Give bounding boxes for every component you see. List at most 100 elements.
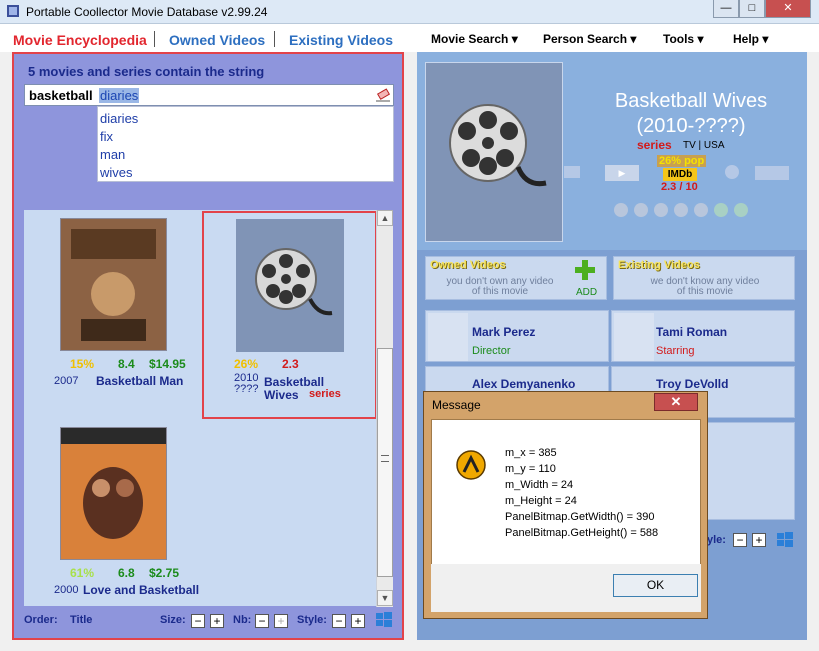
person-role: Starring <box>656 345 695 357</box>
dialog-footer: OK <box>431 564 701 612</box>
windows-icon[interactable] <box>777 532 793 548</box>
existing-videos-text: we don't know any video of this movie <box>650 276 760 297</box>
rating-score: 2.3 <box>282 357 299 371</box>
style-minus-button[interactable]: − <box>733 533 747 547</box>
menu-person-search[interactable]: Person Search ▾ <box>543 32 636 46</box>
grip-icon <box>381 455 389 462</box>
add-icon[interactable] <box>574 259 596 281</box>
dialog-body: m_x = 385 m_y = 110 m_Width = 24 m_Heigh… <box>431 419 701 584</box>
popularity-percent: 26% <box>234 357 259 371</box>
menu-tools[interactable]: Tools ▾ <box>663 32 703 46</box>
dialog-line: m_x = 385 <box>505 447 557 459</box>
movie-cover[interactable] <box>60 218 167 351</box>
existing-videos-box: Existing Videos we don't know any video … <box>613 256 795 300</box>
detail-country: TV | USA <box>683 140 725 151</box>
imdb-badge[interactable]: IMDb <box>663 168 697 181</box>
youtube-icon[interactable]: ▶ <box>605 165 639 181</box>
rating-score: 8.4 <box>118 357 135 371</box>
style-minus-button[interactable]: − <box>332 614 346 628</box>
person-role: Director <box>472 345 511 357</box>
existing-videos-heading: Existing Videos <box>618 259 700 271</box>
dialog-title: Message <box>432 398 481 412</box>
person-name[interactable]: Tami Roman <box>656 325 727 339</box>
film-reel-icon <box>425 62 563 242</box>
person-name[interactable]: Mark Perez <box>472 325 535 339</box>
order-label: Order: <box>24 614 58 626</box>
suggestion-item[interactable]: diaries <box>100 111 139 126</box>
app-icon <box>6 4 20 18</box>
suggestion-item[interactable]: man <box>100 147 125 162</box>
eraser-icon[interactable] <box>375 88 391 102</box>
detail-title: Basketball Wives <box>614 90 768 112</box>
dialog-line: m_Height = 24 <box>505 495 577 507</box>
person-name[interactable]: Alex Demyanenko <box>472 377 575 391</box>
year: 2010 ???? <box>234 372 259 395</box>
person-card[interactable]: Tami Roman Starring <box>611 310 795 362</box>
close-window-button[interactable]: ✕ <box>765 0 811 18</box>
scroll-up-icon[interactable]: ▲ <box>377 210 393 226</box>
rating-score: 6.8 <box>118 566 135 580</box>
owned-videos-box: Owned Videos you don't own any video of … <box>425 256 607 300</box>
year: 2007 <box>54 375 79 387</box>
rating-faces[interactable] <box>613 202 753 218</box>
style-label: Style: <box>297 614 327 626</box>
person-name[interactable]: Troy DeVolld <box>656 377 728 391</box>
message-dialog: Message ✕ m_x = 385 m_y = 110 m_Width = … <box>423 391 708 619</box>
tab-existing-videos[interactable]: Existing Videos <box>289 32 393 48</box>
movie-cover[interactable] <box>60 427 167 560</box>
style-plus-button[interactable]: + <box>752 533 766 547</box>
main-menu-bar: Movie Encyclopedia Owned Videos Existing… <box>0 24 819 52</box>
results-count-header: 5 movies and series contain the string <box>28 64 265 79</box>
search-input[interactable]: diaries <box>98 87 388 104</box>
tab-owned-videos[interactable]: Owned Videos <box>169 32 265 48</box>
style-plus-button[interactable]: + <box>351 614 365 628</box>
add-button[interactable]: ADD <box>576 287 597 298</box>
dialog-line: PanelBitmap.GetHeight() = 588 <box>505 527 659 539</box>
menu-movie-search[interactable]: Movie Search ▾ <box>431 32 518 46</box>
detail-years: (2010-????) <box>636 115 746 137</box>
size-minus-button[interactable]: − <box>191 614 205 628</box>
film-reel-icon <box>236 219 344 352</box>
tab-separator <box>274 31 275 47</box>
dialog-line: PanelBitmap.GetWidth() = 390 <box>505 511 655 523</box>
price: $2.75 <box>149 566 180 580</box>
window-title: Portable Coollector Movie Database v2.99… <box>26 5 268 19</box>
year: 2000 <box>54 584 79 596</box>
dialog-close-button[interactable]: ✕ <box>654 393 698 411</box>
nb-plus-button[interactable]: + <box>274 614 288 628</box>
menu-help[interactable]: Help ▾ <box>733 32 768 46</box>
suggestion-item[interactable]: wives <box>100 165 133 180</box>
maximize-button[interactable]: □ <box>739 0 765 18</box>
selected-result-card[interactable]: 26% 2.3 2010 ???? Basketball Wives serie… <box>202 211 377 419</box>
movie-title[interactable]: Basketball Man <box>96 374 183 388</box>
search-box[interactable]: basketball diaries <box>24 84 394 106</box>
nb-minus-button[interactable]: − <box>255 614 269 628</box>
person-photo <box>428 313 468 361</box>
minimize-button[interactable]: — <box>713 0 739 18</box>
order-value[interactable]: Title <box>70 614 92 626</box>
search-panel: 5 movies and series contain the string b… <box>12 52 404 640</box>
tab-separator <box>154 31 155 47</box>
size-plus-button[interactable]: + <box>210 614 224 628</box>
owned-videos-heading: Owned Videos <box>430 259 506 271</box>
search-icon[interactable] <box>755 166 789 180</box>
owned-videos-text: you don't own any video of this movie <box>446 276 554 297</box>
ok-button[interactable]: OK <box>613 574 698 597</box>
globe-icon[interactable] <box>725 165 739 179</box>
search-input-value: diaries <box>99 88 140 103</box>
windows-icon[interactable] <box>376 612 392 628</box>
title-bar: Portable Coollector Movie Database v2.99… <box>0 0 819 24</box>
dialog-line: m_Width = 24 <box>505 479 574 491</box>
autocomplete-dropdown: diaries fix man wives <box>97 106 394 182</box>
movie-title[interactable]: Love and Basketball <box>83 583 199 597</box>
person-card[interactable]: Mark Perez Director <box>425 310 609 362</box>
scroll-down-icon[interactable]: ▼ <box>377 590 393 606</box>
tab-movie-encyclopedia[interactable]: Movie Encyclopedia <box>13 32 147 48</box>
search-term: basketball <box>29 88 93 103</box>
results-scrollbar[interactable]: ▲ ▼ <box>376 210 393 607</box>
web-icon[interactable] <box>564 166 580 178</box>
imdb-rating: 2.3 / 10 <box>661 181 698 193</box>
suggestion-item[interactable]: fix <box>100 129 113 144</box>
person-photo <box>614 313 654 361</box>
scroll-thumb[interactable] <box>377 348 393 577</box>
